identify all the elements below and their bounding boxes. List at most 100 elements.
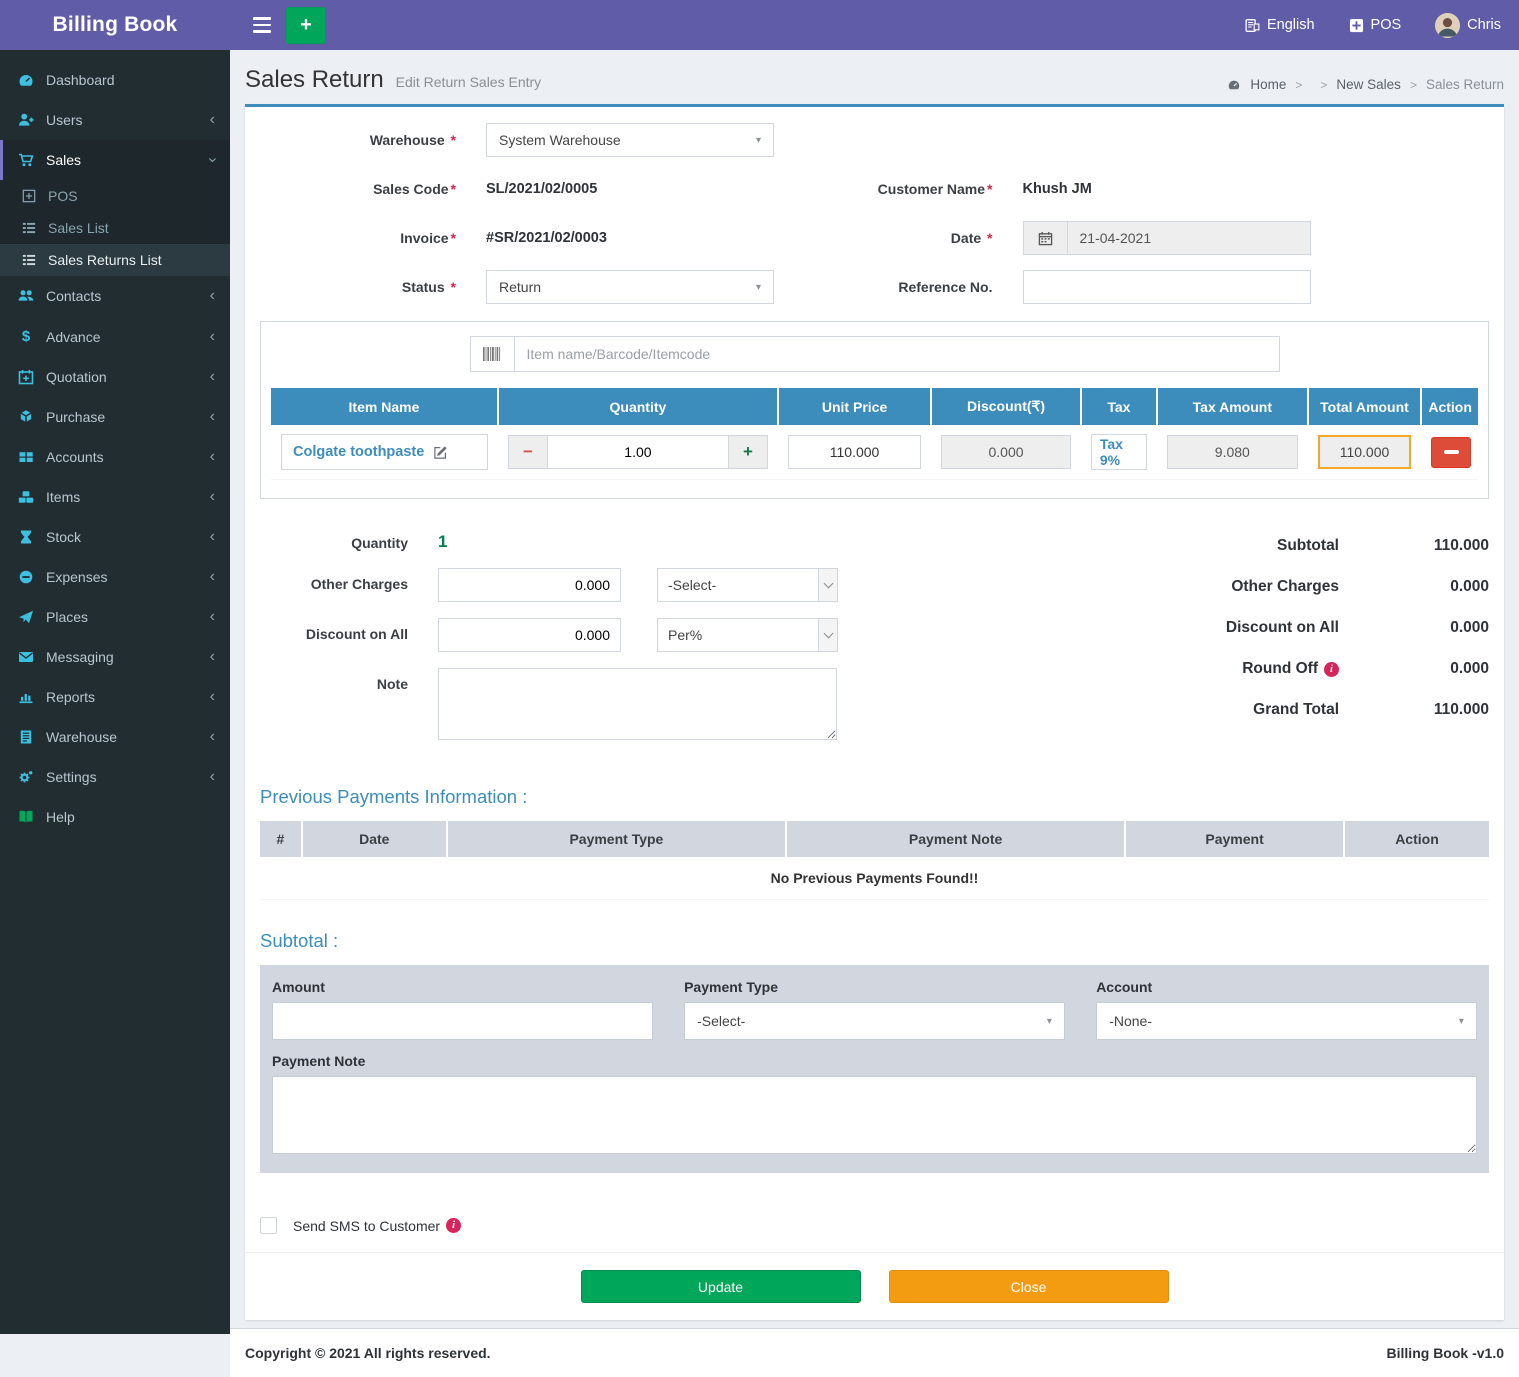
bar-chart-icon: [18, 689, 34, 705]
item-search-input[interactable]: [515, 337, 1279, 371]
sidebar-item-items[interactable]: Items ‹: [0, 477, 230, 517]
sidebar-item-stock[interactable]: Stock ‹: [0, 517, 230, 557]
items-table-header-row: Item Name Quantity Unit Price Discount(₹…: [271, 388, 1478, 425]
customer-name-label: Customer Name*: [875, 181, 993, 197]
sidebar-item-dashboard[interactable]: Dashboard: [0, 60, 230, 100]
discount-type-select[interactable]: Per%: [657, 618, 838, 652]
minus-circle-icon: [18, 569, 34, 585]
unit-price-input[interactable]: [788, 435, 921, 469]
other-charges-total-value: 0.000: [1339, 578, 1489, 596]
sidebar-item-label: Stock: [46, 529, 81, 545]
date-value[interactable]: 21-04-2021: [1067, 221, 1311, 255]
sales-submenu: POS Sales List Sales Returns List: [0, 180, 230, 276]
chevron-left-icon: ‹: [210, 689, 215, 705]
page-title: Sales Return: [245, 66, 384, 93]
previous-payments-title: Previous Payments Information :: [260, 786, 1489, 808]
warehouse-select[interactable]: System Warehouse ▾: [486, 123, 774, 157]
sidebar-item-label: Users: [46, 112, 83, 128]
gears-icon: [18, 769, 34, 785]
chevron-left-icon: ‹: [210, 449, 215, 465]
language-icon: [1245, 18, 1260, 33]
payment-note-textarea[interactable]: [272, 1076, 1477, 1154]
sidebar-item-help[interactable]: Help: [0, 797, 230, 837]
customer-name-value: Khush JM: [1023, 181, 1092, 197]
col-unit-price: Unit Price: [778, 388, 931, 425]
sidebar-subitem-sales-list[interactable]: Sales List: [0, 212, 230, 244]
other-charges-input[interactable]: [438, 568, 621, 602]
chevron-left-icon: ‹: [210, 409, 215, 425]
item-name-cell[interactable]: Colgate toothpaste: [281, 434, 488, 470]
warehouse-value: System Warehouse: [499, 132, 621, 148]
total-amount-input[interactable]: [1318, 435, 1411, 469]
other-charges-label: Other Charges: [260, 568, 408, 592]
remove-item-button[interactable]: [1431, 437, 1471, 468]
contacts-icon: [18, 288, 34, 304]
quantity-decrease-button[interactable]: −: [508, 435, 548, 469]
payment-panel: Amount Payment Type -Select- ▾ Account -…: [260, 965, 1489, 1173]
payment-type-label: Payment Type: [684, 979, 1065, 995]
pos-link[interactable]: POS: [1349, 17, 1402, 33]
note-textarea[interactable]: [438, 668, 837, 740]
barcode-icon: [483, 347, 501, 361]
avatar: [1435, 13, 1460, 38]
sidebar-item-users[interactable]: Users ‹: [0, 100, 230, 140]
breadcrumb-separator: >: [1410, 78, 1417, 92]
update-button[interactable]: Update: [581, 1270, 861, 1303]
sidebar-item-purchase[interactable]: Purchase ‹: [0, 397, 230, 437]
sidebar-item-advance[interactable]: $ Advance ‹: [0, 316, 230, 357]
breadcrumb-home[interactable]: Home: [1250, 77, 1286, 92]
sidebar-item-label: Expenses: [46, 569, 107, 585]
discount-on-all-input[interactable]: [438, 618, 621, 652]
account-select[interactable]: -None- ▾: [1096, 1002, 1477, 1040]
user-menu[interactable]: Chris: [1435, 13, 1501, 38]
sidebar-toggle-button[interactable]: [242, 0, 282, 50]
send-sms-checkbox[interactable]: [260, 1217, 277, 1234]
quantity-increase-button[interactable]: +: [728, 435, 768, 469]
discount-total-label: Discount on All: [1017, 619, 1339, 637]
other-charges-total-label: Other Charges: [1017, 578, 1339, 596]
user-plus-icon: [18, 112, 34, 128]
sidebar-item-quotation[interactable]: Quotation ‹: [0, 357, 230, 397]
edit-icon[interactable]: [433, 445, 448, 460]
sidebar-item-expenses[interactable]: Expenses ‹: [0, 557, 230, 597]
sidebar-item-label: Purchase: [46, 409, 105, 425]
sidebar-item-reports[interactable]: Reports ‹: [0, 677, 230, 717]
sidebar-item-label: Dashboard: [46, 72, 115, 88]
calendar-addon[interactable]: [1023, 221, 1067, 255]
topbar: + English POS Chris: [230, 0, 1519, 50]
status-select[interactable]: Return ▾: [486, 270, 774, 304]
sidebar-item-accounts[interactable]: Accounts ‹: [0, 437, 230, 477]
language-label: English: [1267, 17, 1315, 33]
sidebar-item-label: Sales: [46, 152, 81, 168]
sidebar-item-messaging[interactable]: Messaging ‹: [0, 637, 230, 677]
tax-cell[interactable]: Tax 9%: [1091, 434, 1147, 470]
info-icon[interactable]: i: [446, 1218, 461, 1233]
quick-add-button[interactable]: +: [286, 7, 326, 44]
close-button[interactable]: Close: [889, 1270, 1169, 1303]
sidebar-subitem-pos[interactable]: POS: [0, 180, 230, 212]
paper-plane-icon: [18, 609, 34, 625]
sidebar-item-contacts[interactable]: Contacts ‹: [0, 276, 230, 316]
sidebar-subitem-label: POS: [48, 188, 78, 204]
sidebar-item-settings[interactable]: Settings ‹: [0, 757, 230, 797]
breadcrumb-new-sales[interactable]: New Sales: [1336, 77, 1401, 92]
reference-input[interactable]: [1023, 270, 1311, 304]
discount-on-all-label: Discount on All: [260, 618, 408, 642]
select-caret: [818, 569, 837, 601]
discount-total-value: 0.000: [1339, 619, 1489, 637]
payment-type-select[interactable]: -Select- ▾: [684, 1002, 1065, 1040]
caret-down-icon: ▾: [1047, 1016, 1052, 1027]
language-selector[interactable]: English: [1245, 17, 1315, 33]
amount-input[interactable]: [272, 1002, 653, 1040]
brand-logo[interactable]: Billing Book: [0, 0, 230, 50]
sidebar-subitem-sales-returns-list[interactable]: Sales Returns List: [0, 244, 230, 276]
tax-value: Tax 9%: [1100, 436, 1138, 468]
sidebar-item-sales[interactable]: Sales ‹: [0, 140, 230, 180]
sidebar-item-places[interactable]: Places ‹: [0, 597, 230, 637]
quantity-input[interactable]: [548, 435, 728, 469]
item-name: Colgate toothpaste: [293, 444, 424, 460]
sidebar-item-warehouse[interactable]: Warehouse ‹: [0, 717, 230, 757]
info-icon[interactable]: i: [1324, 662, 1339, 677]
breadcrumb-separator: >: [1320, 78, 1327, 92]
other-charges-select[interactable]: -Select-: [657, 568, 838, 602]
